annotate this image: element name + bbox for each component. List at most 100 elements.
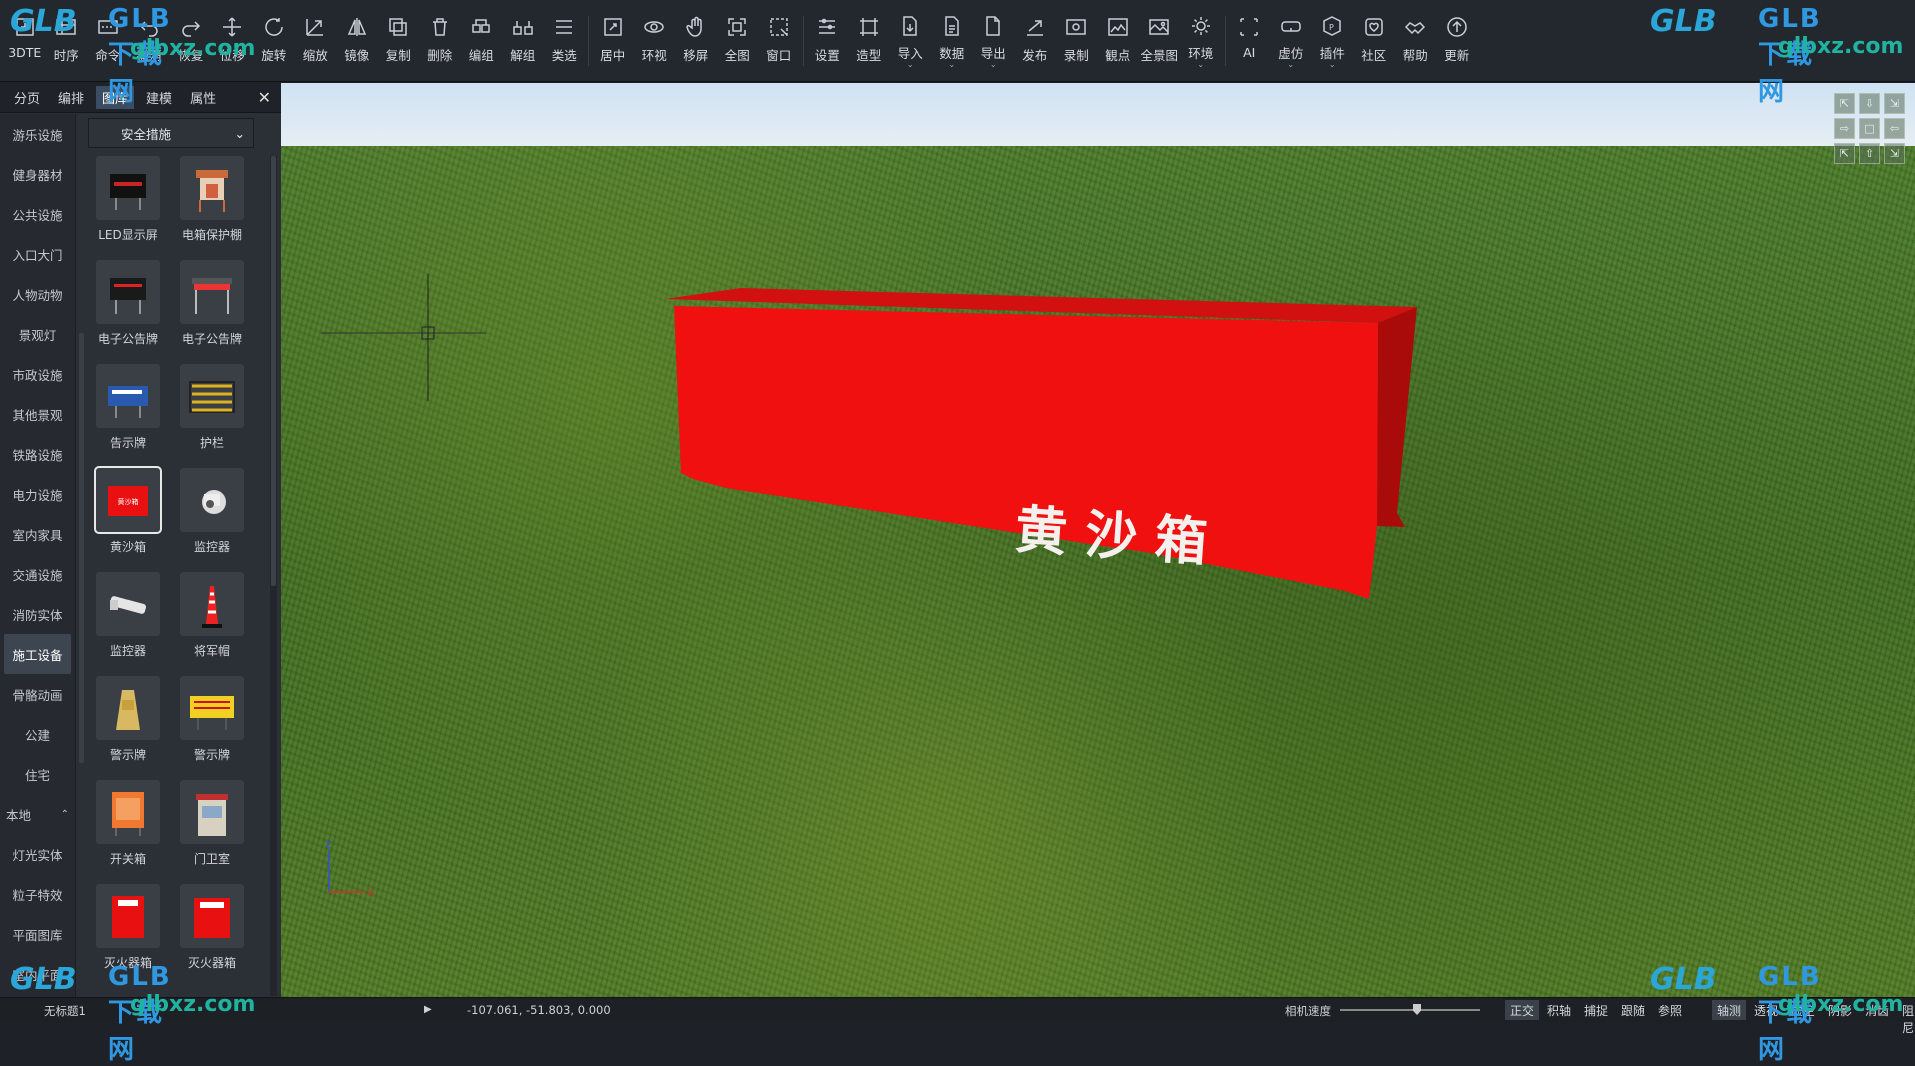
library-item[interactable]: 告示牌 [86, 364, 170, 464]
tab-4[interactable]: 属性 [184, 86, 222, 109]
category-item[interactable]: 本地 ⌃ [0, 794, 75, 834]
category-item[interactable]: 市政设施 [0, 354, 75, 394]
toolbar-button-command[interactable]: 命令 [87, 0, 129, 66]
arrow-up-right-icon[interactable]: ⇲ [1884, 93, 1905, 114]
library-scrollbar[interactable] [270, 156, 277, 996]
play-icon[interactable]: ▶ [424, 1004, 432, 1015]
category-item[interactable]: 健身器材 [0, 154, 75, 194]
category-item[interactable]: 电力设施 [0, 474, 75, 514]
arrow-down-icon[interactable]: ⇩ [1859, 93, 1880, 114]
arrow-up-icon[interactable]: ⇧ [1859, 143, 1880, 164]
library-item[interactable]: 监控器 [86, 572, 170, 672]
library-item[interactable]: 将军帽 [170, 572, 254, 672]
toolbar-button-environment[interactable]: 环境 ⌄ [1180, 0, 1222, 69]
arrow-down-left-icon[interactable]: ⇱ [1834, 143, 1855, 164]
library-item[interactable]: 电子公告牌 [86, 260, 170, 360]
toolbar-button-redo[interactable]: 恢复 [170, 0, 212, 66]
toolbar-button-publish[interactable]: 发布 [1014, 0, 1056, 66]
category-item[interactable]: 其他景观 [0, 394, 75, 434]
toolbar-button-help[interactable]: 帮助 [1395, 0, 1437, 66]
category-item[interactable]: 室内平面 [0, 954, 75, 994]
arrow-right-icon[interactable]: ⇨ [1834, 118, 1855, 139]
toolbar-button-record[interactable]: 录制 [1056, 0, 1098, 66]
toolbar-button-mirror[interactable]: 镜像 [336, 0, 378, 66]
library-item[interactable]: 开关箱 [86, 780, 170, 880]
category-item[interactable]: 游乐设施 [0, 114, 75, 154]
library-dropdown[interactable]: 安全措施 ⌄ [88, 118, 254, 148]
toolbar-button-fit-all[interactable]: 全图 [717, 0, 759, 66]
toolbar-button-panorama[interactable]: 全景图 [1139, 0, 1181, 66]
category-item[interactable]: 人物动物 [0, 274, 75, 314]
status-toggle[interactable]: 虚空 [1786, 1000, 1820, 1020]
category-item[interactable]: 交通设施 [0, 554, 75, 594]
category-item[interactable]: 施工设备 [4, 634, 71, 674]
status-toggle[interactable]: 参照 [1653, 1000, 1687, 1020]
toolbar-button-group[interactable]: 编组 [461, 0, 503, 66]
library-item[interactable]: 警示牌 [170, 676, 254, 776]
toolbar-button-import[interactable]: 导入 ⌄ [890, 0, 932, 69]
toolbar-button-timeline[interactable]: 时序 [46, 0, 88, 66]
library-item[interactable]: 灭火器箱 [86, 884, 170, 984]
category-item[interactable]: 室内家具 [0, 514, 75, 554]
tab-3[interactable]: 建模 [140, 86, 178, 109]
toolbar-button-update[interactable]: 更新 [1436, 0, 1478, 66]
toolbar-button-rotate[interactable]: 旋转 [253, 0, 295, 66]
toolbar-button-ungroup[interactable]: 解组 [502, 0, 544, 66]
category-item[interactable]: 平面图库 [0, 914, 75, 954]
toolbar-button-vr[interactable]: 虚仿 ⌄ [1270, 0, 1312, 69]
toolbar-button-data[interactable]: 数据 ⌄ [931, 0, 973, 69]
tab-2[interactable]: 图库 [96, 86, 135, 109]
category-item[interactable]: 公建 [0, 714, 75, 754]
toolbar-button-viewpoint[interactable]: 観点 [1097, 0, 1139, 66]
toolbar-button-copy[interactable]: 复制 [378, 0, 420, 66]
toolbar-button-delete[interactable]: 删除 [419, 0, 461, 66]
status-toggle[interactable]: 跟随 [1616, 1000, 1650, 1020]
category-item[interactable]: 公共设施 [0, 194, 75, 234]
toolbar-button-undo[interactable]: 撤消 [129, 0, 171, 66]
status-toggle[interactable]: 捕捉 [1579, 1000, 1613, 1020]
toolbar-button-settings[interactable]: 设置 [807, 0, 849, 66]
library-item[interactable]: 门卫室 [170, 780, 254, 880]
arrow-down-right-icon[interactable]: ⇲ [1884, 143, 1905, 164]
status-toggle[interactable]: 消齿 [1860, 1000, 1894, 1020]
library-item[interactable]: 黄沙箱 黄沙箱 [86, 466, 170, 568]
category-item[interactable]: 景观灯 [0, 314, 75, 354]
scroll-thumb[interactable] [271, 156, 276, 586]
category-item[interactable]: 骨骼动画 [0, 674, 75, 714]
toolbar-button-window-zoom[interactable]: 窗口 [758, 0, 800, 66]
category-item[interactable]: 入口大门 [0, 234, 75, 274]
category-item[interactable]: 铁路设施 [0, 434, 75, 474]
tab-1[interactable]: 编排 [52, 86, 90, 109]
toolbar-button-pan[interactable]: 移屏 [675, 0, 717, 66]
library-item[interactable]: 灭火器箱 [170, 884, 254, 984]
status-toggle[interactable]: 积轴 [1542, 1000, 1576, 1020]
toolbar-button-export[interactable]: 导出 ⌄ [973, 0, 1015, 69]
toolbar-button-center[interactable]: 居中 [592, 0, 634, 66]
status-toggle[interactable]: 轴测 [1712, 1000, 1747, 1020]
status-toggle[interactable]: 阻尼 [1897, 1000, 1915, 1035]
category-item[interactable]: 灯光实体 [0, 834, 75, 874]
3d-viewport[interactable]: 黄 沙 箱 Z X ⇱ ⇩ ⇲ ⇨ □ ⇦ ⇱ ⇧ ⇲ [281, 83, 1915, 997]
toolbar-button-orbit[interactable]: 环视 [634, 0, 676, 66]
status-toggle[interactable]: 正交 [1505, 1000, 1540, 1020]
category-scrollbar[interactable] [79, 333, 84, 763]
category-item[interactable]: 消防实体 [0, 594, 75, 634]
toolbar-button-move[interactable]: 位移 [212, 0, 254, 66]
toolbar-button-modeling[interactable]: 造型 [848, 0, 890, 66]
home-view-icon[interactable]: □ [1859, 118, 1880, 139]
arrow-left-icon[interactable]: ⇦ [1884, 118, 1905, 139]
status-toggle[interactable]: 阴影 [1823, 1000, 1857, 1020]
close-icon[interactable]: ✕ [258, 88, 271, 107]
toolbar-button-select-similar[interactable]: 类选 [544, 0, 586, 66]
toolbar-button-community[interactable]: 社区 [1353, 0, 1395, 66]
toolbar-button-plugin[interactable]: P 插件 ⌄ [1312, 0, 1354, 69]
camera-speed-slider[interactable] [1340, 1009, 1480, 1011]
sand-box-model[interactable]: 黄 沙 箱 [665, 281, 1417, 599]
library-item[interactable]: 监控器 [170, 468, 254, 568]
camera-speed-knob[interactable] [1413, 1004, 1421, 1015]
toolbar-button-scale[interactable]: 缩放 [295, 0, 337, 66]
status-toggle[interactable]: 透视 [1749, 1000, 1783, 1020]
toolbar-button-ai[interactable]: AI [1229, 0, 1271, 66]
library-item[interactable]: 电子公告牌 [170, 260, 254, 360]
tab-0[interactable]: 分页 [8, 86, 46, 109]
